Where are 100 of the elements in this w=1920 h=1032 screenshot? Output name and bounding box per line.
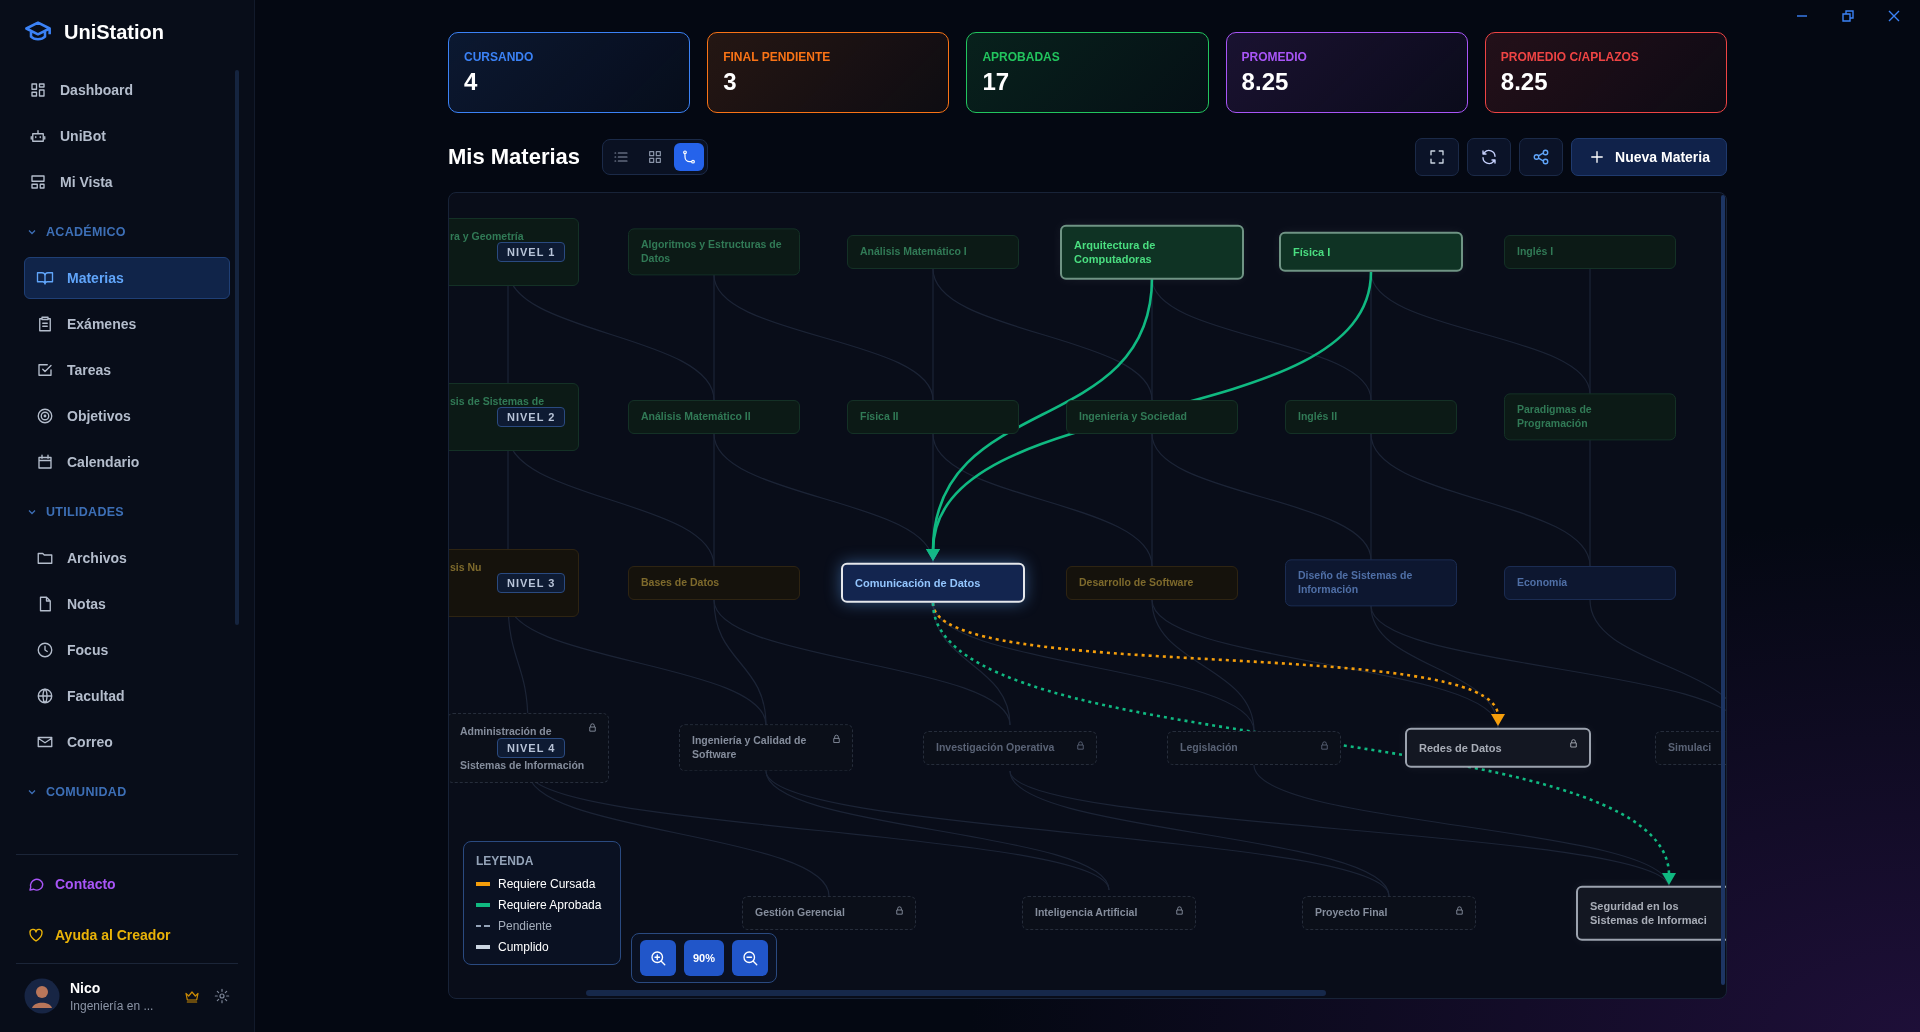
checkbox-icon — [36, 361, 54, 379]
fullscreen-icon — [1428, 148, 1447, 166]
section-header[interactable]: COMUNIDAD — [24, 771, 230, 813]
lock-icon — [831, 733, 842, 745]
zoom-out-icon — [741, 949, 759, 967]
stat-value: 8.25 — [1241, 68, 1289, 96]
subject-node[interactable]: Investigación Operativa — [923, 731, 1097, 765]
calendar-icon — [36, 453, 54, 471]
stat-label: APROBADAS — [982, 50, 1060, 64]
user-name: Nico — [70, 979, 102, 996]
subject-node[interactable]: Paradigmas de Programación — [1504, 393, 1676, 441]
new-subject-button[interactable]: Nueva Materia — [1571, 138, 1727, 176]
nav-item[interactable]: Exámenes — [24, 303, 230, 345]
nav-item[interactable]: Correo — [24, 721, 230, 763]
legend-label: Cumplido — [498, 940, 549, 954]
graph-view-icon — [681, 149, 698, 165]
fullscreen-button[interactable] — [1415, 138, 1460, 176]
nav-item[interactable]: Dashboard — [24, 69, 230, 111]
footer-link[interactable]: Contacto — [16, 854, 238, 899]
nav-item[interactable]: Calendario — [24, 441, 230, 483]
subject-node[interactable]: Algoritmos y Estructuras de Datos — [628, 228, 800, 276]
share-icon — [1532, 148, 1551, 166]
stat-label: FINAL PENDIENTE — [723, 50, 831, 64]
nav-item[interactable]: Focus — [24, 629, 230, 671]
restore-icon[interactable] — [1842, 10, 1854, 22]
nav-item[interactable]: Materias — [24, 257, 230, 299]
zoom-in-button[interactable] — [640, 940, 676, 976]
close-icon[interactable] — [1888, 10, 1900, 22]
horizontal-scrollbar[interactable] — [586, 990, 1326, 996]
legend-label: Requiere Cursada — [498, 877, 596, 891]
lock-icon — [1174, 905, 1185, 916]
heart-icon — [27, 926, 45, 944]
page-title: Mis Materias — [448, 144, 581, 170]
footer-link[interactable]: Ayuda al Creador — [16, 913, 238, 957]
subject-node[interactable]: Física II — [847, 400, 1019, 434]
subject-node[interactable]: Seguridad en los Sistemas de Informaci — [1576, 885, 1726, 941]
clock-icon — [36, 641, 54, 659]
nav-item[interactable]: Notas — [24, 583, 230, 625]
level-badge: NIVEL 3 — [497, 573, 566, 593]
section-header[interactable]: ACADÉMICO — [24, 211, 230, 253]
stat-value: 8.25 — [1500, 68, 1548, 96]
stat-value: 3 — [723, 68, 737, 96]
app-name: UniStation — [64, 20, 164, 44]
subject-node[interactable]: Desarrollo de Software — [1066, 566, 1238, 600]
subject-node[interactable]: Análisis Matemático I — [847, 235, 1019, 269]
list-view-icon — [613, 149, 630, 165]
view-button[interactable] — [674, 143, 705, 171]
legend-label: Requiere Aprobada — [498, 898, 602, 912]
nav-item[interactable]: Archivos — [24, 537, 230, 579]
zoom-level-button[interactable]: 90% — [684, 940, 724, 976]
stat-label: PROMEDIO C/APLAZOS — [1500, 50, 1639, 64]
subject-node[interactable]: Arquitectura de Computadoras — [1060, 224, 1244, 280]
book-icon — [36, 269, 54, 287]
refresh-icon — [1480, 148, 1499, 166]
subject-node[interactable]: Legislación — [1167, 731, 1341, 765]
vertical-scrollbar[interactable] — [1721, 195, 1725, 985]
subject-node[interactable]: Proyecto Final — [1302, 896, 1476, 930]
stat-value: 17 — [982, 68, 1010, 96]
subject-node[interactable]: Ingeniería y Sociedad — [1066, 400, 1238, 434]
subject-node[interactable]: Inglés II — [1285, 400, 1457, 434]
sidebar-scrollbar[interactable] — [235, 70, 239, 625]
robot-icon — [29, 127, 47, 145]
nav-item[interactable]: Tareas — [24, 349, 230, 391]
stat-label: PROMEDIO — [1241, 50, 1307, 64]
lock-icon — [1454, 905, 1465, 916]
subject-node[interactable]: Comunicación de Datos — [841, 562, 1025, 604]
subject-node[interactable]: Gestión Gerencial — [742, 896, 916, 930]
share-button[interactable] — [1519, 138, 1564, 176]
legend-label: Pendiente — [498, 919, 553, 933]
subject-node[interactable]: Economía — [1504, 566, 1676, 600]
lock-icon — [894, 905, 905, 916]
avatar-icon[interactable] — [24, 978, 60, 1014]
nav-item[interactable]: Mi Vista — [24, 161, 230, 203]
subject-node[interactable]: Inglés I — [1504, 235, 1676, 269]
subject-node[interactable]: Bases de Datos — [628, 566, 800, 600]
nav-item[interactable]: Facultad — [24, 675, 230, 717]
subject-node[interactable]: Redes de Datos — [1405, 727, 1591, 769]
subject-node[interactable]: Inteligencia Artificial — [1022, 896, 1196, 930]
legend-title: LEYENDA — [476, 854, 535, 868]
nav-item[interactable]: Objetivos — [24, 395, 230, 437]
subject-node[interactable]: Física I — [1279, 231, 1463, 273]
subject-node[interactable]: Diseño de Sistemas de Información — [1285, 559, 1457, 607]
globe-icon — [36, 687, 54, 705]
clipboard-icon — [36, 315, 54, 333]
zoom-out-button[interactable] — [732, 940, 768, 976]
level-badge: NIVEL 4 — [497, 738, 566, 758]
subject-node[interactable]: Ingeniería y Calidad de Software — [679, 724, 853, 772]
stat-value: 4 — [464, 68, 478, 96]
grid-view-icon — [647, 149, 664, 165]
stat-label: CURSANDO — [464, 50, 534, 64]
layout-icon — [29, 173, 47, 191]
nav-item[interactable]: UniBot — [24, 115, 230, 157]
zoom-in-icon — [649, 949, 667, 967]
subject-node[interactable]: Análisis Matemático II — [628, 400, 800, 434]
level-badge: NIVEL 1 — [497, 242, 566, 262]
lock-icon — [1568, 737, 1579, 749]
refresh-button[interactable] — [1467, 138, 1512, 176]
section-header[interactable]: UTILIDADES — [24, 491, 230, 533]
subject-node[interactable]: Simulaci — [1655, 731, 1726, 765]
settings-icon[interactable] — [214, 988, 230, 1004]
